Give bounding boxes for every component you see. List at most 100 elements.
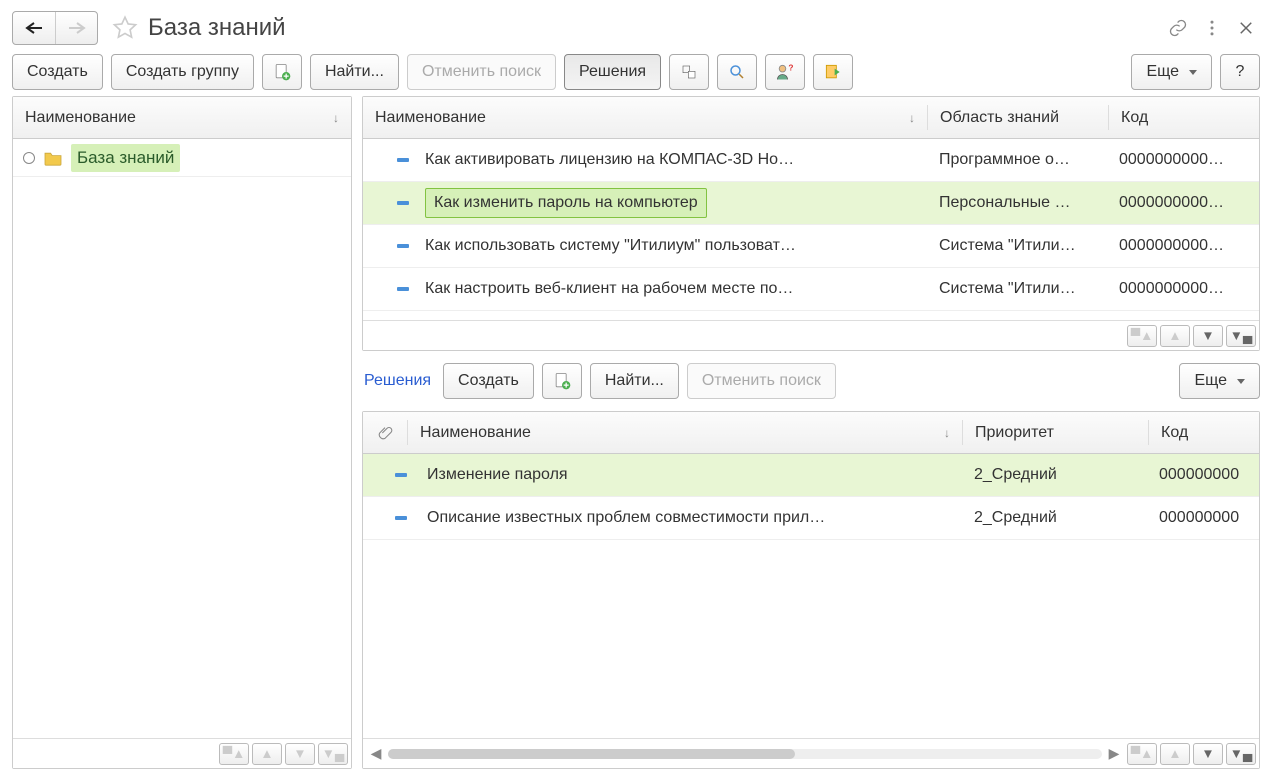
table-row[interactable]: Как изменить пароль на компьютерПерсонал… xyxy=(363,182,1259,225)
go-down-button[interactable]: ▼ xyxy=(285,743,315,765)
person-help-icon-button[interactable]: ? xyxy=(765,54,805,90)
new-document-icon xyxy=(272,62,292,82)
svg-text:?: ? xyxy=(788,62,793,72)
more-button-label: Еще xyxy=(1146,63,1179,81)
h-scrollbar[interactable]: ◀ ▶ xyxy=(366,745,1124,762)
go-up-button[interactable]: ▲ xyxy=(1160,743,1190,765)
solutions-body[interactable]: Изменение пароля2_Средний000000000 Описан… xyxy=(363,454,1259,738)
chevron-down-icon xyxy=(1189,70,1197,75)
close-icon[interactable] xyxy=(1232,14,1260,42)
col-attachment[interactable] xyxy=(363,412,407,453)
tree-root-row[interactable]: База знаний xyxy=(13,139,351,177)
refresh-icon-button[interactable] xyxy=(813,54,853,90)
go-top-button[interactable]: ▀▲ xyxy=(1127,743,1157,765)
help-button-label: ? xyxy=(1236,63,1245,81)
go-down-button[interactable]: ▼ xyxy=(1193,325,1223,347)
nav-back-button[interactable] xyxy=(13,12,55,44)
cell-name: Описание известных проблем совместимости… xyxy=(423,509,964,527)
go-top-button[interactable]: ▀▲ xyxy=(1127,325,1157,347)
col-code-lower[interactable]: Код xyxy=(1149,412,1259,453)
articles-body[interactable]: Как активировать лицензию на КОМПАС-3D H… xyxy=(363,139,1259,320)
create-button-label: Создать xyxy=(27,63,88,81)
cell-priority: 2_Средний xyxy=(964,466,1149,484)
cell-code: 0000000000… xyxy=(1109,280,1259,298)
cell-name: Как настроить веб-клиент на рабочем мест… xyxy=(425,280,929,298)
sub-cancel-find-button: Отменить поиск xyxy=(687,363,836,399)
create-group-button[interactable]: Создать группу xyxy=(111,54,254,90)
go-down-button[interactable]: ▼ xyxy=(1193,743,1223,765)
more-button[interactable]: Еще xyxy=(1131,54,1212,90)
sub-create-button[interactable]: Создать xyxy=(443,363,534,399)
search-icon-button[interactable] xyxy=(717,54,757,90)
page-title: База знаний xyxy=(148,14,286,42)
body: Наименование ↓ База знаний ▀▲ ▲ ▼ ▼▄ xyxy=(12,96,1260,769)
solutions-footer: ◀ ▶ ▀▲ ▲ ▼ ▼▄ xyxy=(363,738,1259,768)
col-priority[interactable]: Приоритет xyxy=(963,412,1148,453)
create-button[interactable]: Создать xyxy=(12,54,103,90)
cancel-find-button: Отменить поиск xyxy=(407,54,556,90)
table-row[interactable]: Как активировать лицензию на КОМПАС-3D H… xyxy=(363,139,1259,182)
table-row[interactable]: Как использовать систему "Итилиум" польз… xyxy=(363,225,1259,268)
cell-region: Система "Итили… xyxy=(929,280,1109,298)
go-bottom-button[interactable]: ▼▄ xyxy=(1226,743,1256,765)
sub-new-item-icon-button[interactable] xyxy=(542,363,582,399)
table-row[interactable]: Какие известные проблемы совместимости п… xyxy=(363,311,1259,320)
go-bottom-button[interactable]: ▼▄ xyxy=(318,743,348,765)
item-marker-icon xyxy=(397,244,409,248)
cell-code: 000000000 xyxy=(1149,509,1259,527)
tree-body[interactable]: База знаний xyxy=(13,139,351,738)
help-button[interactable]: ? xyxy=(1220,54,1260,90)
cell-priority: 2_Средний xyxy=(964,509,1149,527)
articles-footer: ▀▲ ▲ ▼ ▼▄ xyxy=(363,320,1259,350)
arrow-left-icon xyxy=(24,21,44,35)
cell-name: Как изменить пароль на компьютер xyxy=(425,188,929,218)
tree-col-name[interactable]: Наименование ↓ xyxy=(13,97,351,138)
favorite-star-icon[interactable] xyxy=(112,15,138,41)
item-marker-icon xyxy=(395,473,407,477)
cell-name: Как использовать систему "Итилиум" польз… xyxy=(425,237,929,255)
go-top-button[interactable]: ▀▲ xyxy=(219,743,249,765)
cell-code: 000000000 xyxy=(1149,466,1259,484)
cell-region: Программное о… xyxy=(929,151,1109,169)
cell-code: 0000000000… xyxy=(1109,151,1259,169)
sub-find-button[interactable]: Найти... xyxy=(590,363,679,399)
solutions-table: Наименование↓ Приоритет Код Изменение па… xyxy=(362,411,1260,769)
col-code-label: Код xyxy=(1121,109,1148,127)
sub-more-button[interactable]: Еще xyxy=(1179,363,1260,399)
right-panel: Наименование↓ Область знаний Код Как акт… xyxy=(362,96,1260,769)
col-code[interactable]: Код xyxy=(1109,97,1259,138)
go-up-button[interactable]: ▲ xyxy=(1160,325,1190,347)
window: База знаний Создать Создать группу Найти… xyxy=(0,0,1272,781)
col-region[interactable]: Область знаний xyxy=(928,97,1108,138)
chevron-down-icon xyxy=(1237,379,1245,384)
nav-forward-button[interactable] xyxy=(55,12,97,44)
sort-asc-icon: ↓ xyxy=(333,111,339,125)
cell-code: 0000000000… xyxy=(1109,194,1259,212)
solutions-toggle-button[interactable]: Решения xyxy=(564,54,661,90)
folder-icon xyxy=(43,150,63,166)
col-name[interactable]: Наименование↓ xyxy=(363,97,927,138)
tree-root-label: База знаний xyxy=(71,144,180,172)
cancel-find-button-label: Отменить поиск xyxy=(422,63,541,81)
tree-header-row: Наименование ↓ xyxy=(13,97,351,139)
table-row[interactable]: Как настроить веб-клиент на рабочем мест… xyxy=(363,268,1259,311)
scroll-left-icon[interactable]: ◀ xyxy=(370,745,382,762)
find-button[interactable]: Найти... xyxy=(310,54,399,90)
paperclip-icon xyxy=(377,424,393,442)
table-row[interactable]: Описание известных проблем совместимости… xyxy=(363,497,1259,540)
expand-icon-button[interactable] xyxy=(669,54,709,90)
col-name-lower[interactable]: Наименование↓ xyxy=(408,412,962,453)
kebab-menu-icon[interactable] xyxy=(1198,14,1226,42)
table-row[interactable]: Изменение пароля2_Средний000000000 xyxy=(363,454,1259,497)
item-marker-icon xyxy=(397,287,409,291)
radio-icon[interactable] xyxy=(23,152,35,164)
scroll-track[interactable] xyxy=(388,749,1102,759)
go-bottom-button[interactable]: ▼▄ xyxy=(1226,325,1256,347)
link-icon[interactable] xyxy=(1164,14,1192,42)
new-item-icon-button[interactable] xyxy=(262,54,302,90)
scroll-right-icon[interactable]: ▶ xyxy=(1108,745,1120,762)
row-name-text: Как изменить пароль на компьютер xyxy=(425,188,707,218)
cell-code: 0000000000… xyxy=(1109,237,1259,255)
scroll-thumb[interactable] xyxy=(388,749,795,759)
go-up-button[interactable]: ▲ xyxy=(252,743,282,765)
